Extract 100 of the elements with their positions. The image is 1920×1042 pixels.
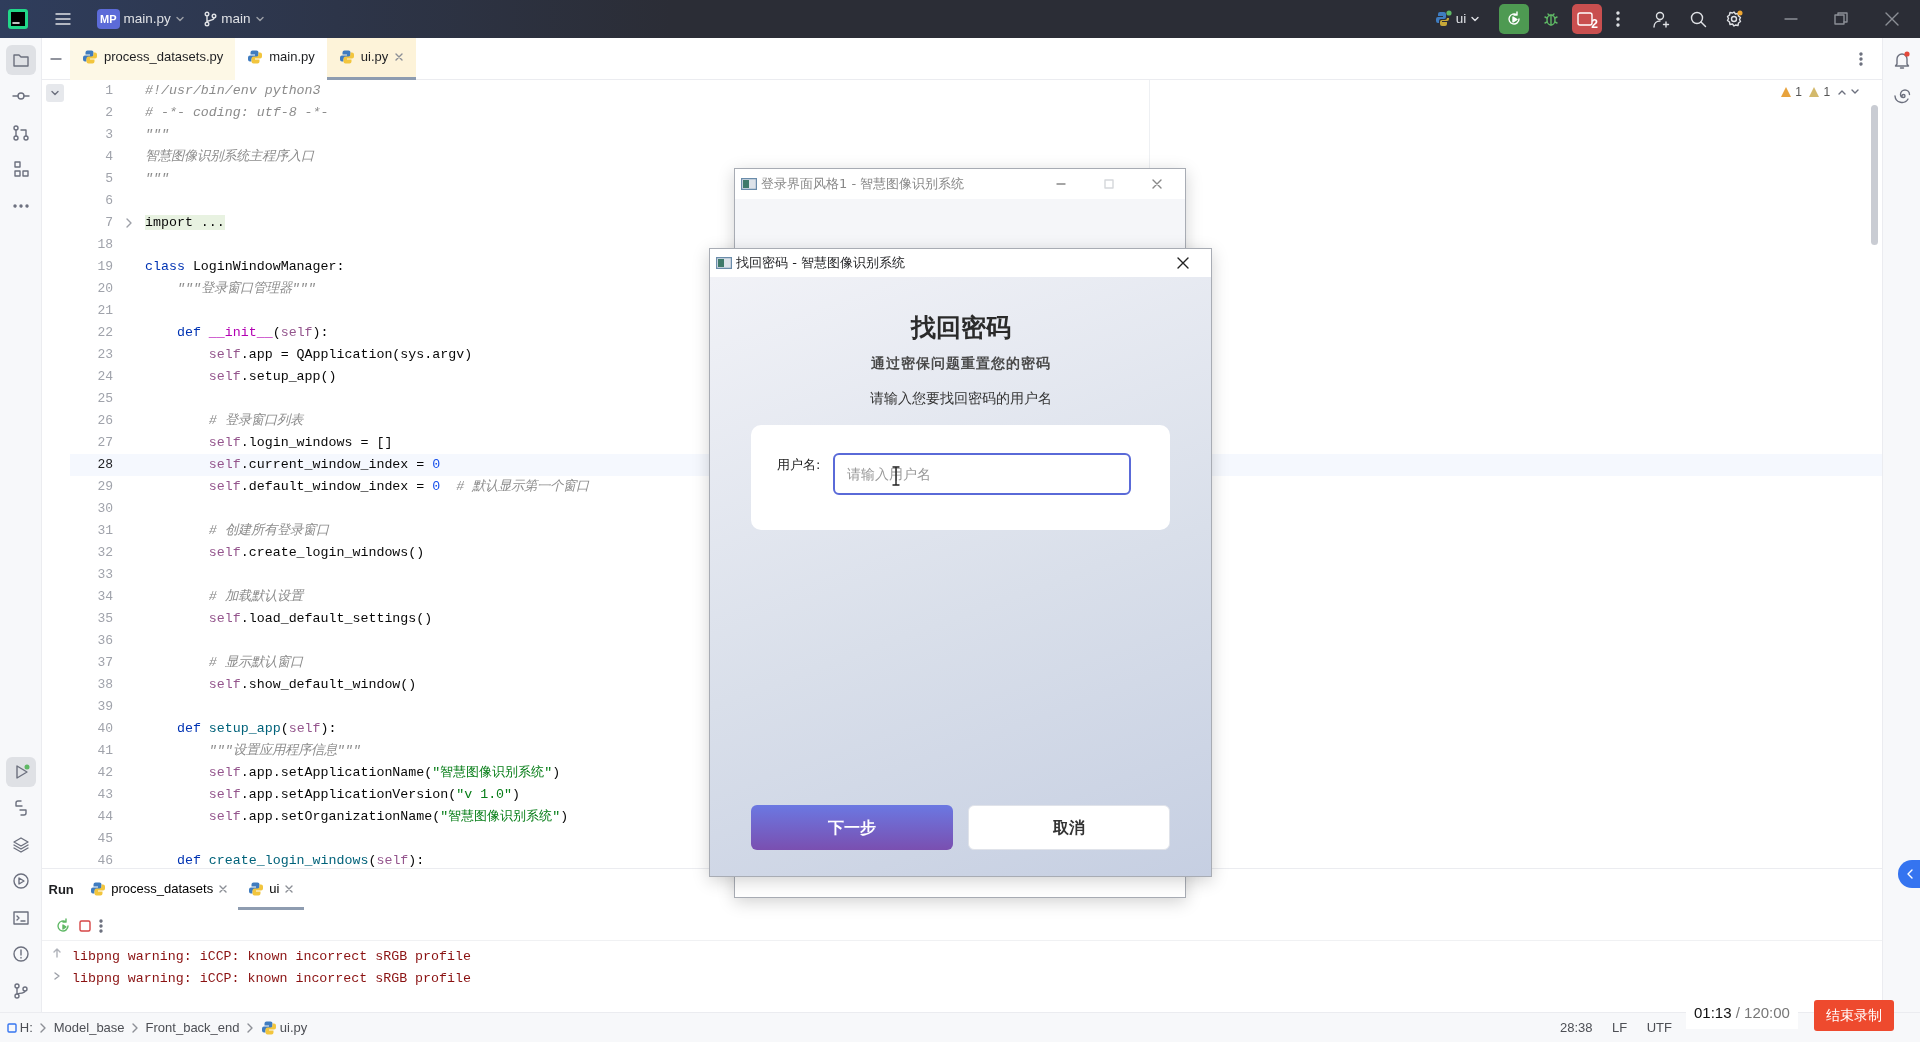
line-number: 2 <box>104 104 113 123</box>
code-line: # -*- coding: utf-8 -*- <box>145 104 329 123</box>
run-tab[interactable]: ui <box>238 870 305 910</box>
code-line: """登录窗口管理器""" <box>175 280 316 299</box>
side-panel-handle[interactable] <box>1897 859 1920 888</box>
code-line: self.app.setApplicationVersion("v 1.0") <box>207 786 521 805</box>
line-number: 45 <box>96 830 113 849</box>
structure-icon <box>11 160 30 178</box>
menu-icon <box>54 11 72 27</box>
next-button[interactable]: 下一步 <box>751 805 953 850</box>
stop-recording-button[interactable]: 结束录制 <box>1814 1000 1894 1031</box>
chevron-right-icon[interactable] <box>52 970 62 981</box>
close-icon[interactable] <box>218 883 229 894</box>
line-number: 33 <box>96 566 113 585</box>
scrollbar-thumb[interactable] <box>1871 105 1878 245</box>
line-number: 23 <box>96 346 113 365</box>
code-line: self.show_default_window() <box>207 676 417 695</box>
line-number: 46 <box>96 852 113 868</box>
line-number: 22 <box>96 324 113 343</box>
services-icon <box>11 872 30 890</box>
window-icon <box>716 257 732 269</box>
chevron-down-icon[interactable] <box>254 14 265 24</box>
line-ending-button[interactable]: LF <box>1605 1016 1634 1039</box>
minimize-icon <box>1783 18 1798 20</box>
code-line: self.setup_app() <box>207 368 337 387</box>
code-line: # 登录窗口列表 <box>207 412 303 431</box>
line-number: 25 <box>96 390 113 409</box>
line-number: 30 <box>96 500 113 519</box>
line-number: 5 <box>104 170 113 189</box>
more-tools-icon <box>12 203 29 208</box>
dialog-prompt: 请输入您要找回密码的用户名 <box>869 389 1052 408</box>
line-number: 19 <box>96 258 113 277</box>
rerun-icon[interactable] <box>55 917 71 934</box>
python-file-icon <box>338 49 355 65</box>
settings-icon <box>1725 10 1743 28</box>
project-dropdown[interactable]: MP main.py <box>91 4 191 34</box>
breadcrumb-item[interactable]: Model_base <box>53 1017 125 1038</box>
close-icon[interactable] <box>394 52 405 62</box>
line-number: 43 <box>96 786 113 805</box>
run-tool-button[interactable] <box>5 756 36 787</box>
scroll-up-icon[interactable] <box>52 947 62 958</box>
run-config-dropdown[interactable]: ui <box>1427 4 1487 34</box>
folder-tool-button[interactable] <box>5 44 36 75</box>
window-title: 登录界面风格1 - 智慧图像识别系统 <box>761 175 965 194</box>
code-line: class LoginWindowManager: <box>145 258 345 277</box>
stop-icon[interactable] <box>77 918 92 933</box>
expand-fold-icon[interactable] <box>125 218 133 228</box>
stop-button[interactable]: 2 <box>1572 4 1602 34</box>
python-file-icon <box>248 880 265 897</box>
chevron-right-icon <box>39 1022 48 1033</box>
field-label: 用户名: <box>777 456 821 474</box>
console-output-line: libpng warning: iCCP: known incorrect sRGB profile <box>72 948 471 966</box>
code-line: self.load_default_settings() <box>207 610 433 629</box>
breadcrumb-item[interactable]: ui.py <box>260 1017 308 1038</box>
line-number: 20 <box>96 280 113 299</box>
terminal-icon <box>11 908 30 927</box>
python-file-icon <box>90 880 107 897</box>
cancel-button[interactable]: 取消 <box>968 805 1170 850</box>
problems-icon <box>11 945 30 963</box>
breadcrumb-item[interactable]: Front_back_end <box>145 1017 240 1038</box>
code-line: """ <box>145 126 169 145</box>
breadcrumb-item[interactable]: H: <box>6 1017 33 1038</box>
editor-tab[interactable]: ui.py <box>326 37 417 80</box>
line-number: 27 <box>96 434 113 453</box>
restore-icon <box>1832 10 1850 28</box>
line-number: 3 <box>104 126 113 145</box>
more-icon[interactable] <box>98 918 104 933</box>
close-icon <box>1150 177 1164 191</box>
line-number: 1 <box>104 82 113 101</box>
chevron-down-icon[interactable] <box>174 14 185 24</box>
code-line: self.current_window_index = 0 <box>207 456 441 475</box>
branch-dropdown[interactable]: main <box>197 4 271 34</box>
chevron-down-icon[interactable] <box>1470 14 1481 24</box>
chevron-right-icon <box>246 1022 255 1033</box>
line-number: 28 <box>96 456 113 475</box>
layers-icon <box>11 835 30 854</box>
line-number: 34 <box>96 588 113 607</box>
editor-tab[interactable]: process_datasets.py <box>70 37 236 80</box>
more-icon <box>1857 50 1864 67</box>
code-line: def create_login_windows(self): <box>175 852 425 868</box>
add-user-icon <box>1652 10 1670 28</box>
line-number: 42 <box>96 764 113 783</box>
close-icon[interactable] <box>284 883 295 894</box>
warning-icon <box>1779 86 1792 98</box>
code-line: """设置应用程序信息""" <box>207 742 361 761</box>
file-encoding-button[interactable]: UTF <box>1640 1016 1679 1039</box>
warning-count: 1 <box>1823 84 1831 101</box>
code-line: # 创建所有登录窗口 <box>207 522 329 541</box>
search-icon <box>1688 10 1707 28</box>
line-number: 35 <box>96 610 113 629</box>
rerun-button[interactable] <box>1499 4 1530 34</box>
caret-position-button[interactable]: 28:38 <box>1553 1016 1600 1039</box>
bell-icon <box>1892 50 1911 69</box>
run-tab[interactable]: process_datasets <box>80 870 239 910</box>
close-icon <box>1176 256 1190 270</box>
line-number: 32 <box>96 544 113 563</box>
collapse-button[interactable] <box>46 84 64 102</box>
code-line: def __init__(self): <box>175 324 329 343</box>
code-line: # 加载默认设置 <box>207 588 303 607</box>
maximize-icon <box>1102 177 1116 191</box>
